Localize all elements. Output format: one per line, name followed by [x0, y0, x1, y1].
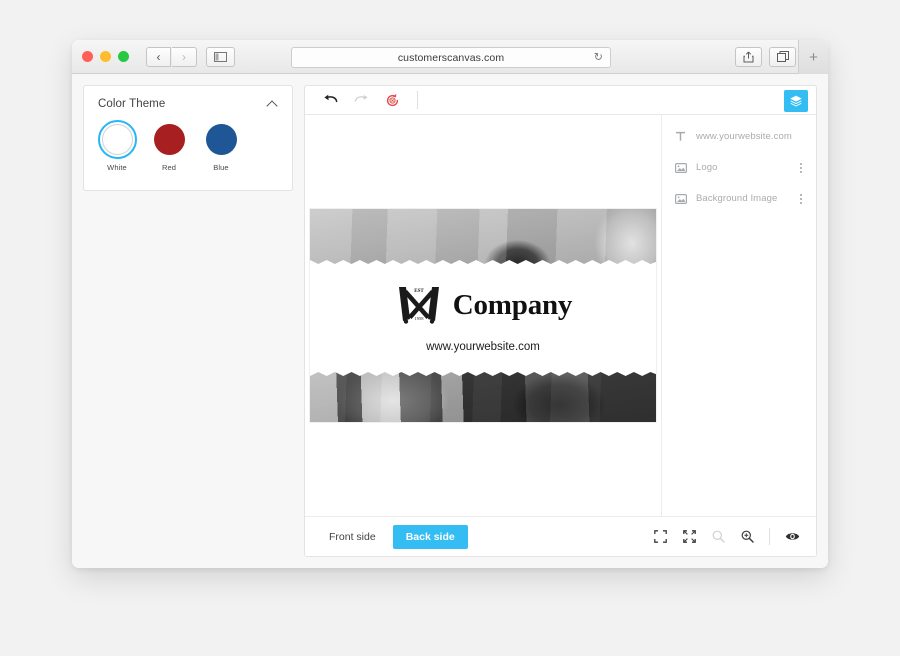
reset-history-button[interactable] [379, 89, 405, 111]
layers-icon [790, 95, 802, 107]
layer-row[interactable]: Logo [662, 152, 816, 183]
card-brand-name: Company [452, 288, 573, 321]
panel-title: Color Theme [98, 98, 166, 110]
editor-toolbar [305, 86, 816, 115]
canvas-area[interactable]: EST 1958 Company www.yourwebsite.com [305, 115, 662, 516]
logo-est-text: EST [414, 289, 424, 294]
business-card-preview[interactable]: EST 1958 Company www.yourwebsite.com [310, 209, 656, 422]
redo-icon [354, 95, 368, 102]
chevron-up-icon[interactable] [268, 99, 278, 109]
preview-eye-icon [785, 533, 799, 540]
logo-year-text: 1958 [414, 316, 424, 321]
color-swatch-white[interactable] [97, 120, 137, 159]
forward-button[interactable]: › [172, 46, 197, 67]
layer-label: Background Image [696, 193, 778, 204]
layers-panel: www.yourwebsite.com Logo Background Imag… [662, 115, 816, 516]
color-theme-panel-header[interactable]: Color Theme [84, 86, 292, 120]
undo-button[interactable] [317, 89, 343, 111]
layer-menu-button[interactable] [795, 162, 807, 173]
minimize-window-button[interactable] [100, 51, 111, 62]
share-button[interactable] [735, 47, 762, 67]
tab-overview-icon [776, 51, 789, 62]
swatch-label: White [107, 163, 127, 172]
text-layer-icon [674, 130, 687, 143]
color-theme-panel: Color Theme White Red Blue [83, 85, 293, 191]
layer-menu-button[interactable] [795, 193, 807, 204]
reset-history-icon [386, 93, 398, 106]
left-sidebar: Color Theme White Red Blue [83, 85, 293, 557]
layer-label: Logo [696, 162, 718, 173]
tab-back-side[interactable]: Back side [392, 524, 468, 549]
sidebar-toggle-button[interactable] [206, 46, 235, 67]
fit-to-frame-icon [653, 530, 667, 543]
zoom-out-button[interactable] [705, 525, 731, 549]
fullscreen-button[interactable] [676, 525, 702, 549]
zoom-in-button[interactable] [734, 525, 760, 549]
browser-titlebar: ‹ › customerscanvas.com ↻ + [72, 40, 828, 74]
maximize-window-button[interactable] [118, 51, 129, 62]
layer-row[interactable]: www.yourwebsite.com [662, 121, 816, 152]
toolbar-divider [417, 91, 418, 109]
layers-toggle-button[interactable] [784, 90, 808, 112]
swatch-item-red[interactable]: Red [150, 124, 188, 172]
close-window-button[interactable] [82, 51, 93, 62]
tab-overview-button[interactable] [769, 47, 796, 67]
redo-button[interactable] [348, 89, 374, 111]
toolbar-right-buttons [735, 47, 796, 67]
editor-bottom-bar: Front side Back side [305, 516, 816, 556]
editor-main: EST 1958 Company www.yourwebsite.com www… [305, 115, 816, 516]
tab-front-side[interactable]: Front side [316, 525, 389, 549]
swatch-item-white[interactable]: White [97, 120, 137, 172]
card-white-band: EST 1958 Company www.yourwebsite.com [310, 264, 656, 372]
swatch-label: Red [161, 163, 177, 172]
fit-to-frame-button[interactable] [647, 525, 673, 549]
back-button[interactable]: ‹ [146, 46, 171, 67]
color-swatch-row: White Red Blue [84, 120, 292, 190]
share-icon [743, 51, 754, 63]
undo-icon [323, 94, 337, 103]
swatch-item-blue[interactable]: Blue [202, 124, 240, 172]
image-layer-icon [674, 161, 687, 174]
canvas-view-tools [647, 525, 805, 549]
address-bar[interactable]: customerscanvas.com ↻ [291, 47, 611, 68]
image-layer-icon [674, 192, 687, 205]
bottom-tools-divider [769, 528, 770, 545]
app-body: Color Theme White Red Blue EST 1958 Comp… [72, 74, 828, 568]
card-website-url: www.yourwebsite.com [426, 341, 540, 353]
card-side-tabs: Front side Back side [316, 524, 468, 549]
fullscreen-icon [682, 530, 696, 543]
address-bar-url: customerscanvas.com [397, 51, 505, 64]
preview-button[interactable] [779, 525, 805, 549]
company-logo-icon: EST 1958 [398, 287, 439, 324]
layer-row[interactable]: Background Image [662, 183, 816, 214]
window-controls [82, 51, 129, 62]
card-brand-row: EST 1958 Company [394, 283, 572, 327]
reload-icon[interactable]: ↻ [594, 52, 603, 63]
zoom-out-icon [712, 530, 725, 543]
navigation-buttons: ‹ › [146, 46, 197, 67]
zoom-in-icon [741, 530, 754, 543]
color-swatch-red[interactable] [153, 124, 185, 155]
new-tab-button[interactable]: + [798, 40, 828, 74]
swatch-label: Blue [213, 163, 229, 172]
editor-panel: EST 1958 Company www.yourwebsite.com www… [304, 85, 817, 557]
layer-label: www.yourwebsite.com [696, 131, 792, 142]
color-swatch-blue[interactable] [205, 124, 237, 155]
browser-window: ‹ › customerscanvas.com ↻ + Color Theme … [72, 40, 828, 568]
sidebar-toggle-icon [214, 51, 227, 62]
